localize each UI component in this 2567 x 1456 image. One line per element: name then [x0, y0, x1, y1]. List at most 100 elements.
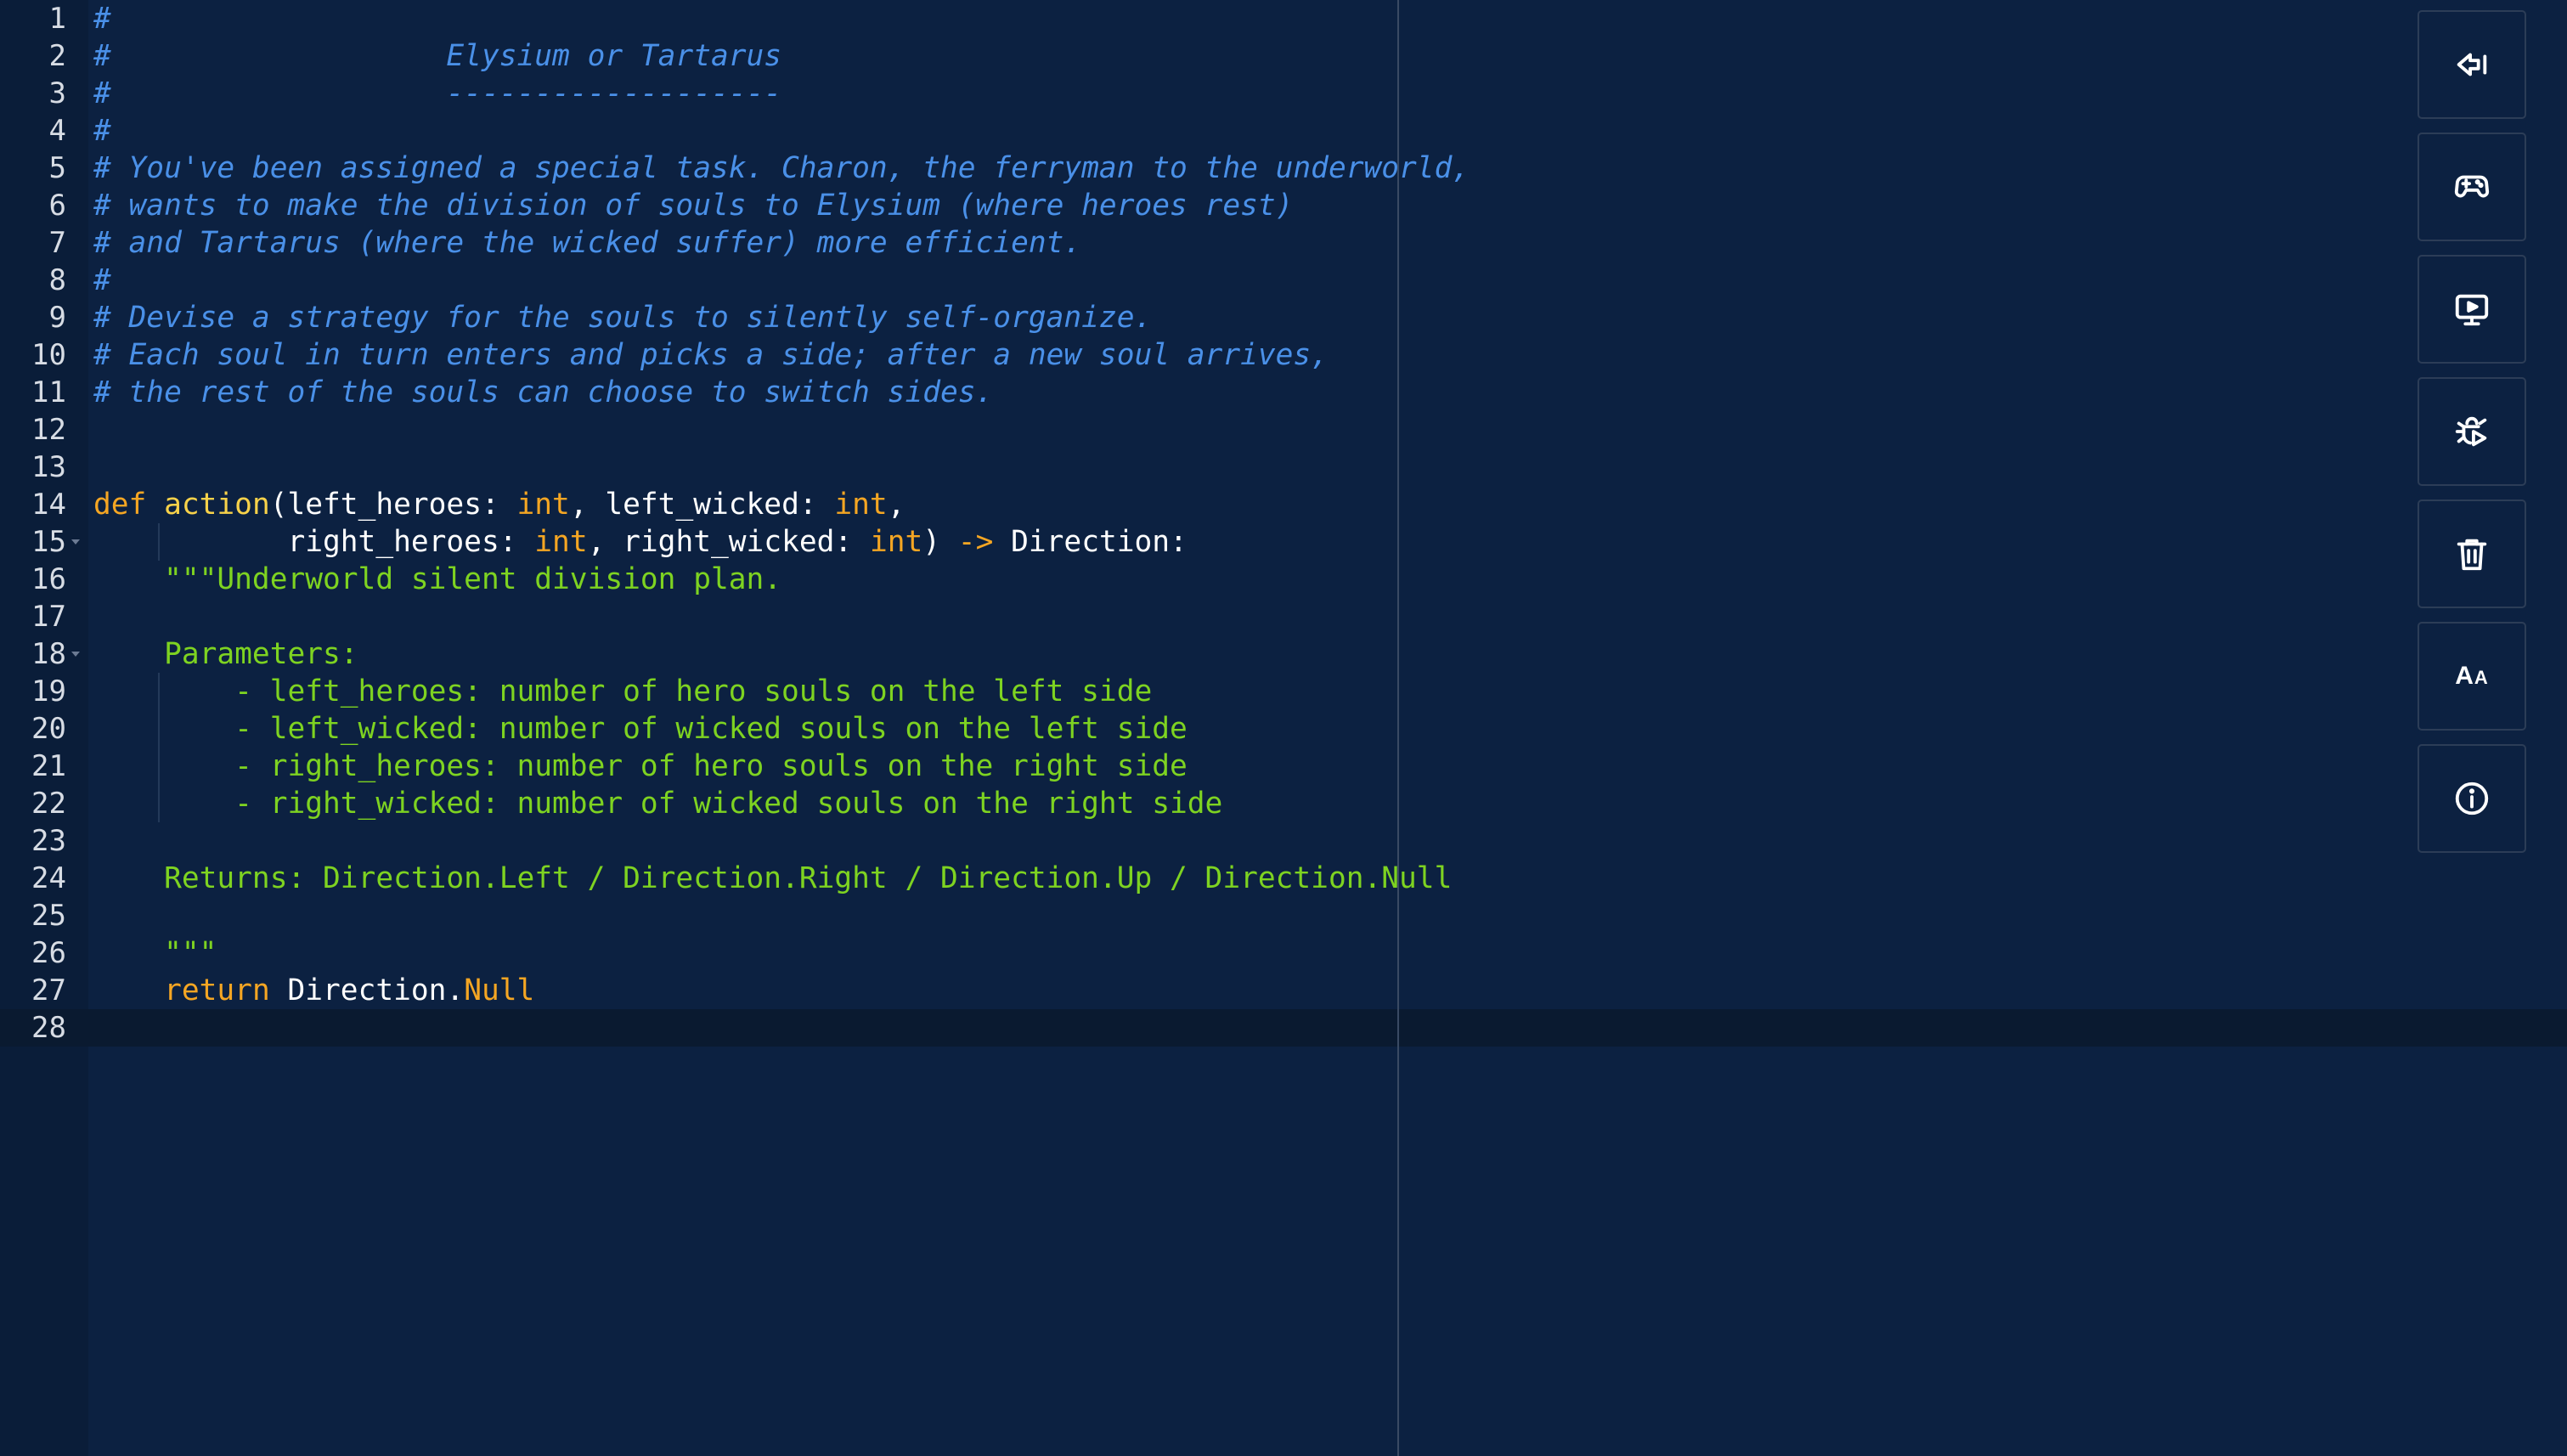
- debug-button[interactable]: [2417, 377, 2526, 486]
- code-text: # and Tartarus (where the wicked suffer)…: [93, 224, 1081, 262]
- code-token: # and Tartarus (where the wicked suffer)…: [93, 226, 1082, 260]
- line-number: 5: [48, 151, 66, 185]
- code-token: int: [534, 525, 588, 559]
- code-text: #: [93, 0, 111, 37]
- code-text: - right_wicked: number of wicked souls o…: [93, 785, 1222, 822]
- code-line[interactable]: 27 return Direction.Null: [0, 972, 1393, 1009]
- reset-code-button[interactable]: [2417, 499, 2526, 608]
- code-token: (left_heroes:: [269, 488, 517, 522]
- code-line[interactable]: 13: [0, 449, 1393, 486]
- code-token: Direction.: [269, 973, 465, 1007]
- line-number: 17: [31, 600, 66, 634]
- code-line[interactable]: 23: [0, 822, 1393, 860]
- code-line[interactable]: 9 # Devise a strategy for the souls to si…: [0, 299, 1393, 336]
- submit-button[interactable]: [2417, 10, 2526, 119]
- bug-play-icon: [2455, 416, 2487, 447]
- info-icon: [2455, 782, 2489, 815]
- code-line[interactable]: 3 # -------------------: [0, 75, 1393, 112]
- line-number: 13: [31, 450, 66, 484]
- code-line[interactable]: 19 - left_heroes: number of hero souls o…: [0, 673, 1393, 710]
- arrow-left-bar-icon: [2457, 53, 2487, 76]
- code-line[interactable]: 4 #: [0, 112, 1393, 150]
- code-line[interactable]: 24 Returns: Direction.Left / Direction.R…: [0, 860, 1452, 897]
- code-line[interactable]: 2 # Elysium or Tartarus: [0, 37, 1393, 75]
- code-text: # Elysium or Tartarus: [93, 37, 781, 75]
- trash-icon: [2457, 539, 2487, 571]
- code-token: #: [93, 2, 111, 36]
- code-line[interactable]: 7 # and Tartarus (where the wicked suffer…: [0, 224, 1393, 262]
- code-token: ->: [957, 525, 994, 559]
- code-text: # wants to make the division of souls to…: [93, 187, 1293, 224]
- code-text: """: [93, 934, 217, 972]
- line-number: 1: [48, 2, 66, 36]
- code-line[interactable]: 6 # wants to make the division of souls t…: [0, 187, 1393, 224]
- code-token: # -------------------: [93, 76, 782, 110]
- line-number: 7: [48, 226, 66, 260]
- code-line[interactable]: 25: [0, 897, 1393, 934]
- code-token: ,: [887, 488, 906, 522]
- code-token: """Underworld silent division plan.: [93, 562, 782, 596]
- code-text: - left_heroes: number of hero souls on t…: [93, 673, 1152, 710]
- code-line[interactable]: 21 - right_heroes: number of hero souls …: [0, 748, 1393, 785]
- fold-toggle-icon[interactable]: [71, 652, 80, 657]
- code-token: #: [93, 263, 111, 297]
- run-simulation-button[interactable]: [2417, 255, 2526, 364]
- code-text: # Each soul in turn enters and picks a s…: [93, 336, 1329, 374]
- code-token: ): [922, 525, 958, 559]
- code-text: """Underworld silent division plan.: [93, 561, 781, 598]
- code-token: , right_wicked:: [587, 525, 870, 559]
- print-margin: [1397, 0, 1399, 1456]
- code-token: # wants to make the division of souls to…: [93, 189, 1294, 223]
- code-token: Direction:: [993, 525, 1188, 559]
- code-token: return: [164, 973, 270, 1007]
- code-token: # Each soul in turn enters and picks a s…: [93, 338, 1329, 372]
- code-line[interactable]: 20 - left_wicked: number of wicked souls…: [0, 710, 1393, 748]
- line-number: 20: [31, 712, 66, 746]
- code-token: def: [93, 488, 147, 522]
- line-number: 8: [48, 263, 66, 297]
- code-text: def action(left_heroes: int, left_wicked…: [93, 486, 905, 523]
- code-token: """: [93, 936, 217, 970]
- fold-toggle-icon[interactable]: [71, 539, 80, 545]
- play-game-button[interactable]: [2417, 133, 2526, 241]
- line-number: 12: [31, 413, 66, 447]
- line-number: 4: [48, 114, 66, 148]
- code-text: - left_wicked: number of wicked souls on…: [93, 710, 1188, 748]
- code-token: Returns: Direction.Left / Direction.Righ…: [93, 861, 1453, 895]
- line-number: 16: [31, 562, 66, 596]
- code-line[interactable]: 28: [0, 1009, 1393, 1047]
- code-line[interactable]: 11 # the rest of the souls can choose to …: [0, 374, 1393, 411]
- line-number: 9: [48, 301, 66, 335]
- code-line[interactable]: 26 """: [0, 934, 1393, 972]
- code-line[interactable]: 14 def action(left_heroes: int, left_wick…: [0, 486, 1393, 523]
- line-number: 23: [31, 824, 66, 858]
- code-line[interactable]: 22 - right_wicked: number of wicked soul…: [0, 785, 1393, 822]
- code-token: , left_wicked:: [569, 488, 835, 522]
- code-text: # -------------------: [93, 75, 781, 112]
- code-token: int: [869, 525, 923, 559]
- code-line[interactable]: 16 """Underworld silent division plan.: [0, 561, 1393, 598]
- code-text: - right_heroes: number of hero souls on …: [93, 748, 1188, 785]
- line-number: 25: [31, 899, 66, 933]
- code-line[interactable]: 5 # You've been assigned a special task. …: [0, 150, 1470, 187]
- code-editor[interactable]: 1 #2 # Elysium or Tartarus 3 # -------------…: [0, 0, 2567, 1456]
- info-button[interactable]: [2417, 744, 2526, 853]
- code-line[interactable]: 15 right_heroes: int, right_wicked: int)…: [0, 523, 1393, 561]
- code-text: #: [93, 112, 111, 150]
- line-number: 10: [31, 338, 66, 372]
- code-line[interactable]: 1 #: [0, 0, 1393, 37]
- code-token: # Devise a strategy for the souls to sil…: [93, 301, 1153, 335]
- code-line[interactable]: 17: [0, 598, 1393, 635]
- code-text: return Direction.Null: [93, 972, 534, 1009]
- code-line[interactable]: 18 Parameters:: [0, 635, 1393, 673]
- code-token: action: [164, 488, 270, 522]
- monitor-play-icon: [2455, 294, 2489, 326]
- code-line[interactable]: 12: [0, 411, 1393, 449]
- code-line[interactable]: 8 #: [0, 262, 1393, 299]
- code-token: # You've been assigned a special task. C…: [93, 151, 1470, 185]
- code-text: # the rest of the souls can choose to sw…: [93, 374, 993, 411]
- font-size-button[interactable]: AA: [2417, 622, 2526, 731]
- code-line[interactable]: 10 # Each soul in turn enters and picks a…: [0, 336, 1393, 374]
